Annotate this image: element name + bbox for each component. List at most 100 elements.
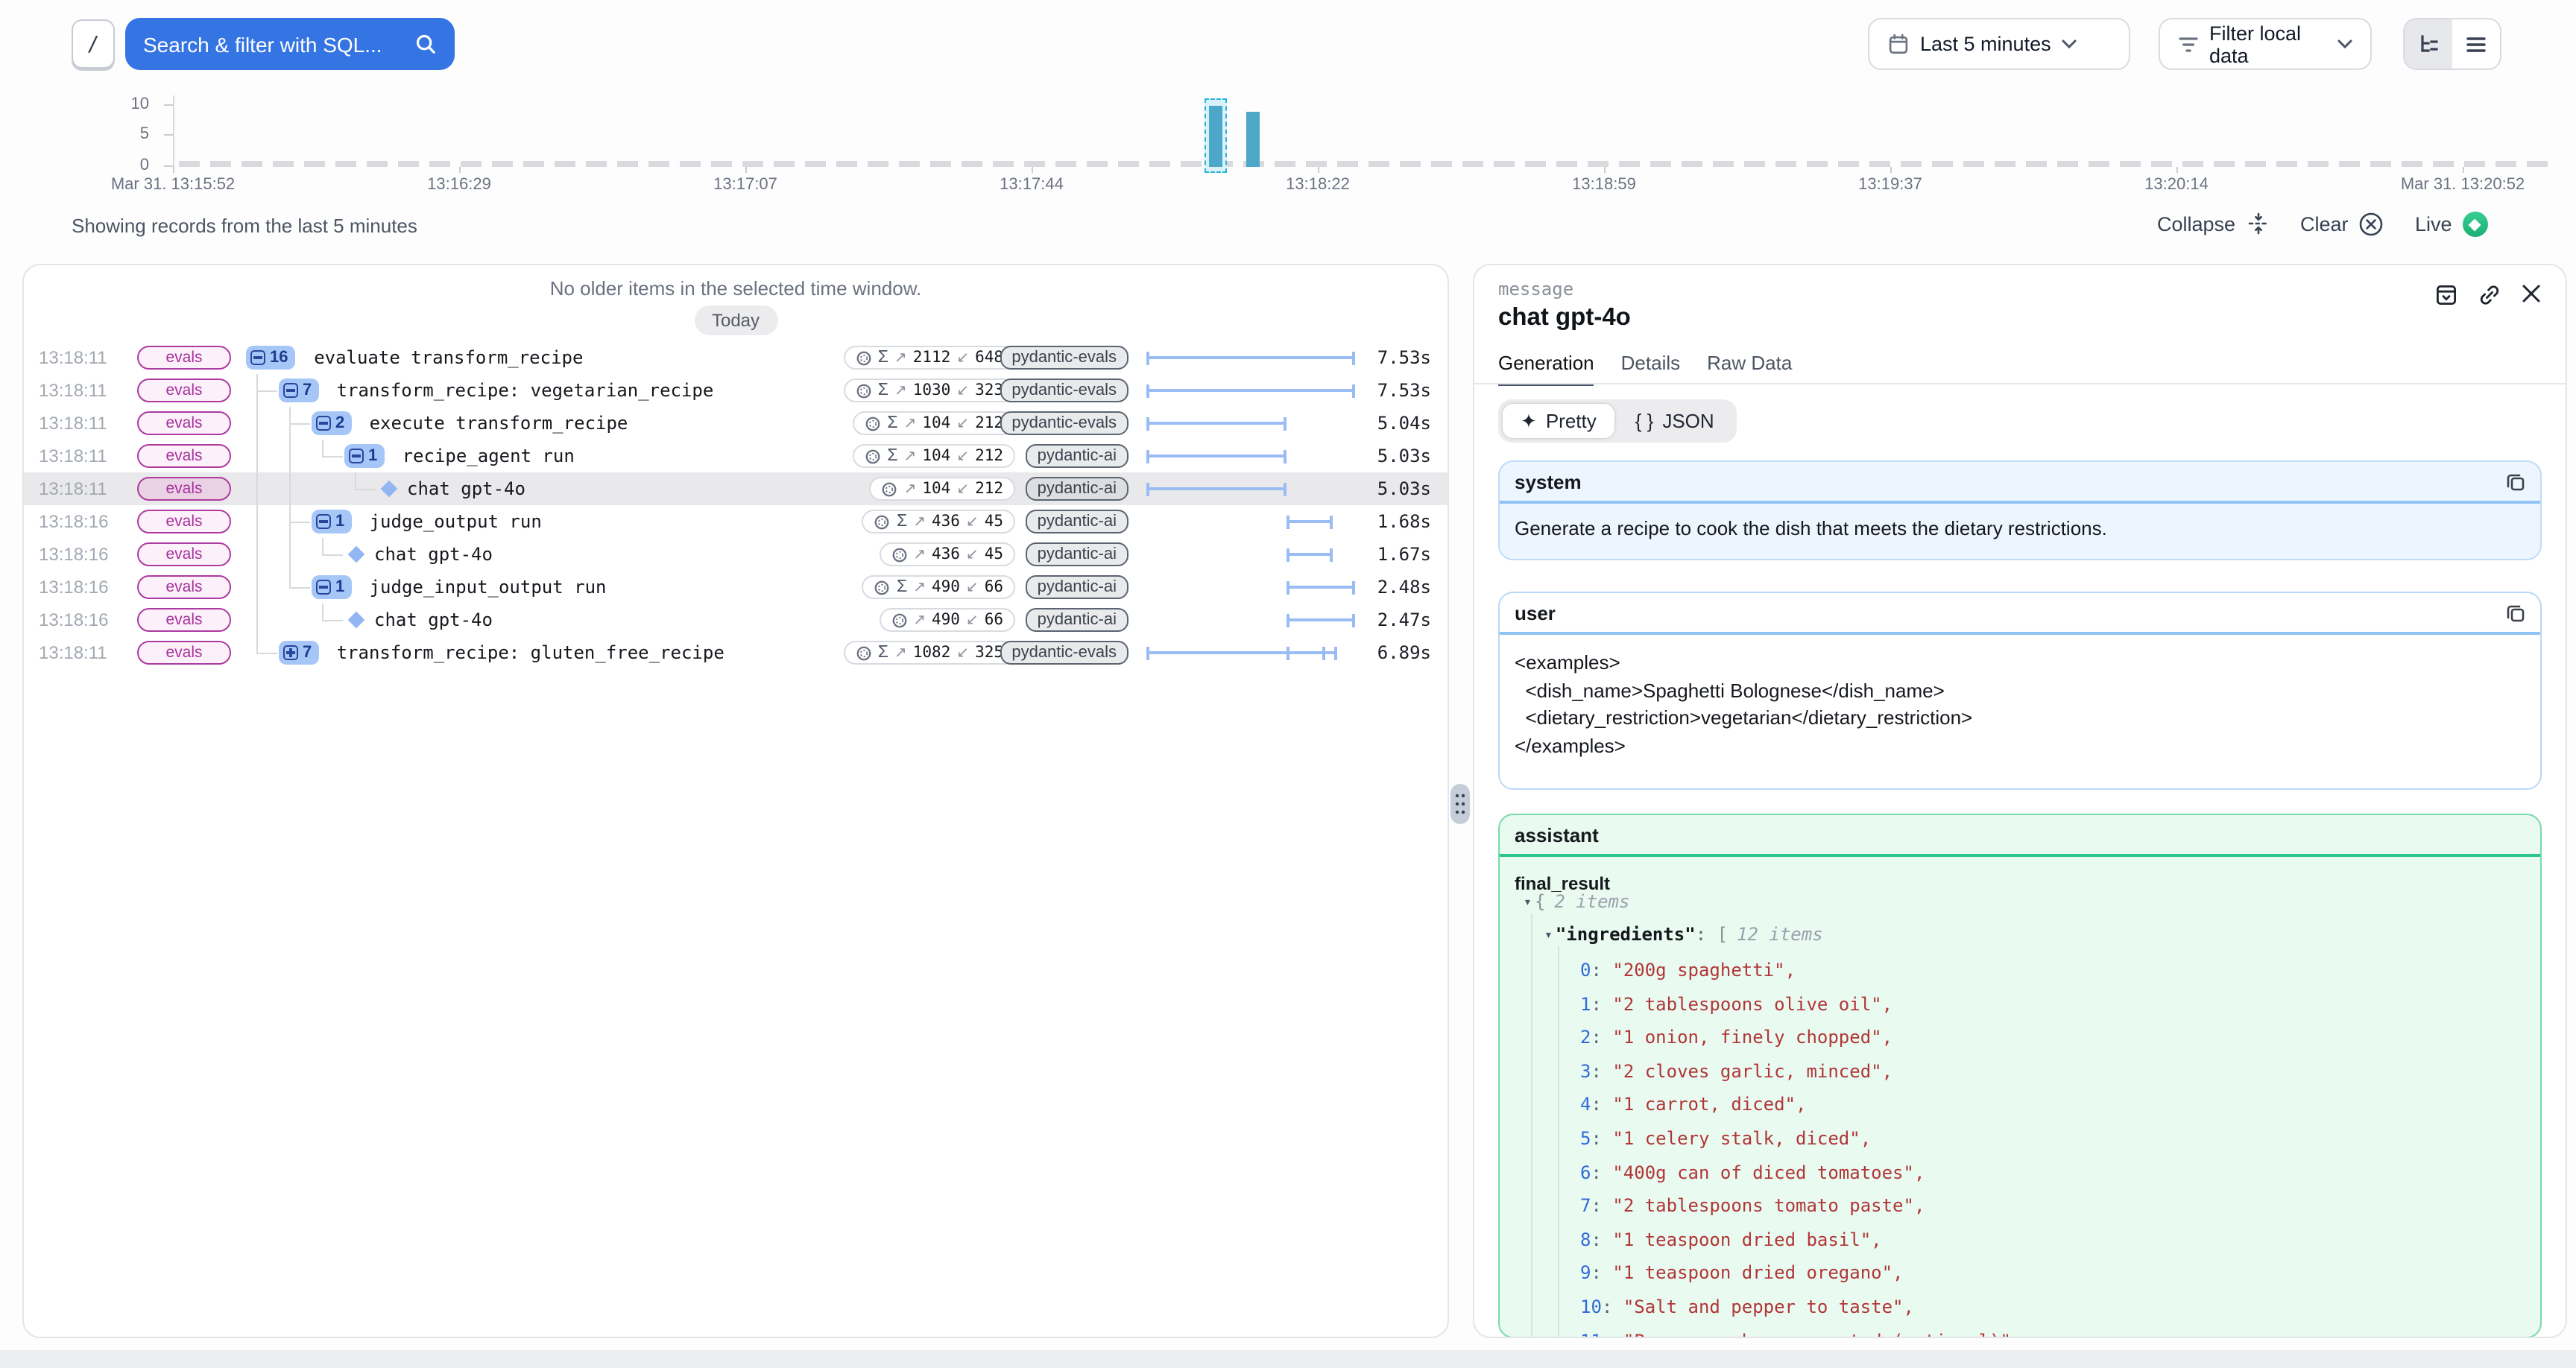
expand-toggle[interactable]: 1 [344,444,385,468]
json-string: "2 cloves garlic, minced", [1612,1061,1892,1082]
dock-panel-icon[interactable] [2434,283,2458,307]
service-badge: evals [137,542,231,566]
expand-toggle[interactable]: 7 [279,379,319,402]
tree-guide-stub [258,390,277,392]
trace-row[interactable]: 13:18:11evalschat gpt-4o↗104↙212pydantic… [24,472,1448,505]
row-timestamp: 13:18:16 [39,544,108,565]
child-count: 16 [270,349,288,367]
json-line: 2: "1 onion, finely chopped", [1580,1027,1892,1048]
trace-row[interactable]: 13:18:16evalschat gpt-4o↗490↙66pydantic-… [24,604,1448,636]
bottom-scrollbar-track[interactable] [0,1350,2576,1368]
close-icon[interactable] [2521,283,2542,307]
expand-toggle[interactable]: 7 [279,641,319,665]
trace-row[interactable]: 13:18:16evals1judge_input_output runΣ↗49… [24,571,1448,604]
token-coin-icon [856,349,872,366]
trace-row[interactable]: 13:18:11evals1recipe_agent runΣ↗104↙212p… [24,440,1448,472]
json-view-button[interactable]: { } JSON [1617,404,1732,438]
json-string: "1 celery stalk, diced", [1612,1128,1871,1149]
tokens-in-count: 436 [932,513,960,531]
token-coin-icon [874,513,891,530]
x-axis-label: 13:17:07 [713,176,777,194]
y-axis-tick [164,165,173,166]
json-line: ▾{2 items [1524,891,1629,912]
trace-row[interactable]: 13:18:16evals1judge_output runΣ↗436↙45py… [24,505,1448,538]
filter-local-data-select[interactable]: Filter local data [2159,18,2372,70]
trace-row[interactable]: 13:18:11evals16evaluate transform_recipe… [24,341,1448,374]
tab-details[interactable]: Details [1621,352,1681,386]
scope-tag: pydantic-evals [1000,411,1128,435]
copy-link-icon[interactable] [2478,283,2501,307]
span-name: transform_recipe: gluten_free_recipe [337,642,724,663]
trace-row[interactable]: 13:18:11evals7transform_recipe: vegetari… [24,374,1448,407]
trace-row[interactable]: 13:18:11evals7transform_recipe: gluten_f… [24,636,1448,669]
y-axis-label: 5 [107,125,149,143]
tree-view-button[interactable] [2405,19,2452,69]
tab-raw-data[interactable]: Raw Data [1707,352,1792,386]
token-coin-icon [891,612,907,628]
child-count: 7 [303,644,312,662]
list-view-button[interactable] [2452,19,2500,69]
pretty-view-button[interactable]: ✦ Pretty [1503,404,1614,438]
span-title: chat gpt-4o [1498,304,1631,332]
row-timestamp: 13:18:16 [39,577,108,598]
tokens-in-arrow-icon: ↗ [904,481,917,497]
trace-row[interactable]: 13:18:11evals2execute transform_recipeΣ↗… [24,407,1448,440]
collapse-icon [2246,212,2270,235]
service-badge: evals [137,444,231,468]
tab-generation[interactable]: Generation [1498,352,1594,386]
json-colon: : [1591,1229,1612,1250]
token-coin-icon [865,448,881,464]
panel-resize-handle[interactable] [1450,784,1470,824]
y-axis-label: 10 [107,95,149,113]
json-colon: : [1591,1162,1612,1182]
duration-label: 7.53s [1377,347,1431,368]
scope-tag: pydantic-ai [1026,575,1128,599]
x-axis-label: 13:17:44 [1000,176,1064,194]
span-name: recipe_agent run [402,446,575,466]
scope-tag: pydantic-ai [1026,444,1128,468]
sigma-aggregate-icon: Σ [897,578,907,596]
tokens-out-arrow-icon: ↙ [956,481,969,497]
today-chip[interactable]: Today [694,305,777,335]
no-older-items-notice: No older items in the selected time wind… [24,277,1448,300]
time-range-select[interactable]: Last 5 minutes [1868,18,2130,70]
live-toggle[interactable]: Live [2415,212,2488,237]
token-coin-icon [891,546,907,563]
row-timestamp: 13:18:11 [39,478,107,499]
tokens-out-arrow-icon: ↙ [966,612,979,628]
duration-bar [1146,651,1337,655]
trace-row[interactable]: 13:18:16evalschat gpt-4o↗436↙45pydantic-… [24,538,1448,571]
service-badge: evals [137,510,231,533]
histogram-bar[interactable] [1209,106,1222,167]
expand-toggle[interactable]: 1 [312,510,352,533]
scope-tag: pydantic-ai [1026,542,1128,566]
tokens-in-arrow-icon: ↗ [894,349,907,366]
expand-toggle[interactable]: 16 [246,346,296,370]
child-count: 1 [335,578,344,596]
tree-guide-line [256,571,258,604]
json-line: 7: "2 tablespoons tomato paste", [1580,1195,1925,1216]
array-size-meta: 12 items [1737,924,1823,945]
duration-bar [1286,553,1332,557]
clear-button[interactable]: Clear [2300,212,2384,237]
array-index: 4 [1580,1095,1591,1115]
expand-toggle[interactable]: 2 [312,411,352,435]
json-string: "1 onion, finely chopped", [1612,1027,1892,1048]
span-name: judge_output run [370,511,542,532]
copy-icon[interactable] [2506,472,2525,491]
tokens-in-count: 104 [922,480,950,498]
token-coin-icon [856,645,872,661]
tree-guide-line [256,538,258,571]
search-button[interactable]: Search & filter with SQL... [125,18,455,70]
json-string: "200g spaghetti", [1612,960,1796,981]
child-count: 7 [303,381,312,399]
filter-label: Filter local data [2209,22,2327,66]
expand-toggle[interactable]: 1 [312,575,352,599]
duration-bar [1146,487,1286,491]
copy-icon[interactable] [2506,603,2525,622]
collapse-button[interactable]: Collapse [2157,212,2270,235]
histogram-bar[interactable] [1246,112,1260,167]
tokens-out-count: 45 [985,513,1003,531]
sigma-aggregate-icon: Σ [878,381,888,399]
view-mode-toggle [2403,18,2501,70]
